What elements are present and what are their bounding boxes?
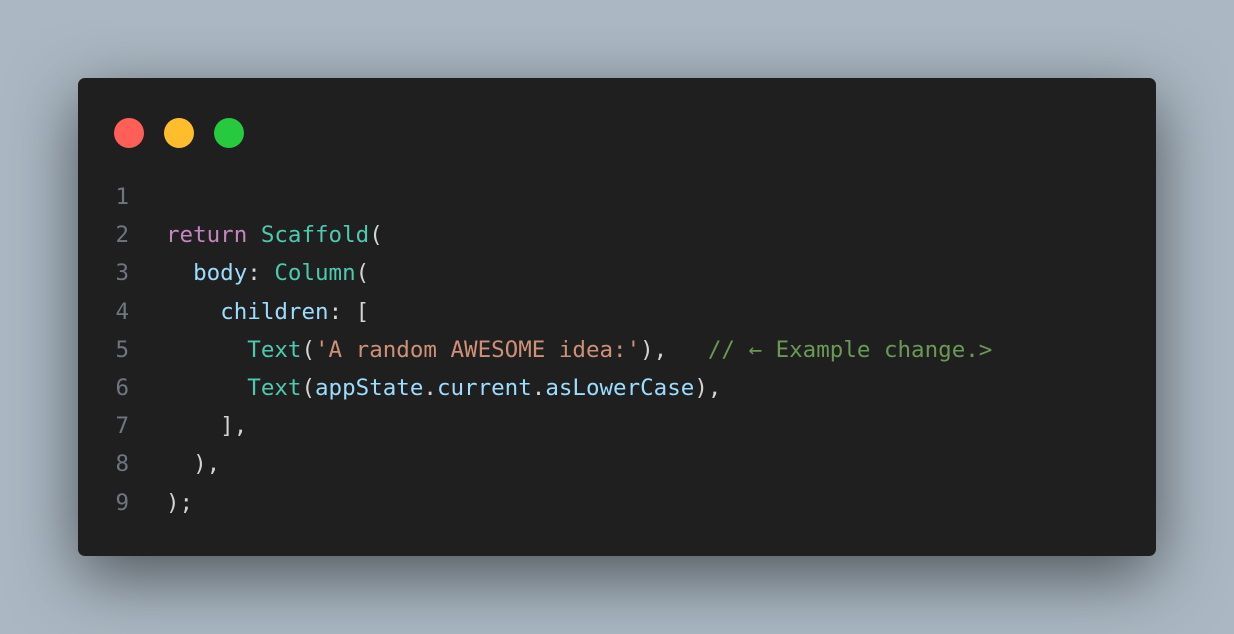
code-token-class: Scaffold <box>260 222 370 249</box>
code-token-punctuation: ( <box>369 222 383 249</box>
line-number: 5 <box>115 336 129 363</box>
code-line: 4 children: [ <box>78 293 992 331</box>
line-number: 1 <box>115 184 129 210</box>
line-number: 4 <box>115 298 129 325</box>
code-line: 5 Text('A random AWESOME idea:'), // ← E… <box>78 331 992 369</box>
code-token-punctuation: ), <box>640 336 708 363</box>
code-token-comment: // ← Example change.> <box>707 336 993 363</box>
code-token-punctuation <box>166 299 220 325</box>
code-token-punctuation <box>166 375 247 401</box>
code-token-punctuation: ( <box>355 260 370 287</box>
code-token-punctuation <box>247 222 261 248</box>
code-line: 6 Text(appState.current.asLowerCase), <box>78 369 992 407</box>
code-token-punctuation: ), <box>166 451 221 478</box>
line-number: 6 <box>115 374 129 401</box>
code-line: 1 <box>78 178 992 216</box>
line-number: 9 <box>115 489 129 516</box>
code-token-punctuation: ( <box>301 374 316 401</box>
code-token-property: appState <box>315 374 424 401</box>
code-line: 7 ], <box>78 407 992 445</box>
code-token-punctuation: . <box>423 374 437 401</box>
minimize-icon[interactable] <box>164 118 194 148</box>
maximize-icon[interactable] <box>214 118 244 148</box>
code-token-class: Text <box>247 336 302 363</box>
code-line: 8 ), <box>78 445 992 483</box>
code-token-property: children <box>220 298 329 325</box>
line-number: 3 <box>115 260 129 287</box>
code-token-punctuation <box>166 260 193 286</box>
code-line: 2 return Scaffold( <box>78 216 992 254</box>
line-number: 7 <box>115 413 129 440</box>
code-token-keyword: return <box>166 222 248 249</box>
line-number: 8 <box>115 451 129 478</box>
code-token-property: asLowerCase <box>545 374 695 401</box>
code-token-property: body <box>193 260 248 287</box>
code-window: 1 2 return Scaffold(3 body: Column(4 child… <box>78 78 1156 556</box>
code-block: 1 2 return Scaffold(3 body: Column(4 child… <box>78 178 992 522</box>
code-token-punctuation: ], <box>166 413 248 440</box>
code-token-string: 'A random AWESOME idea:' <box>315 336 641 363</box>
code-token-punctuation: ); <box>166 489 194 516</box>
code-token-punctuation: . <box>531 374 546 401</box>
close-icon[interactable] <box>114 118 144 148</box>
code-token-punctuation: : [ <box>328 298 370 325</box>
code-token-punctuation: ), <box>694 374 722 401</box>
page-background: 1 2 return Scaffold(3 body: Column(4 child… <box>0 0 1234 634</box>
code-line: 3 body: Column( <box>78 254 992 292</box>
code-token-class: Column <box>274 260 356 287</box>
code-token-punctuation <box>166 337 247 363</box>
code-token-property: current <box>436 374 532 401</box>
code-line: 9); <box>78 484 992 522</box>
code-token-punctuation: ( <box>301 336 316 363</box>
code-token-class: Text <box>247 374 302 401</box>
line-number: 2 <box>115 222 129 249</box>
code-token-punctuation: : <box>247 260 275 287</box>
